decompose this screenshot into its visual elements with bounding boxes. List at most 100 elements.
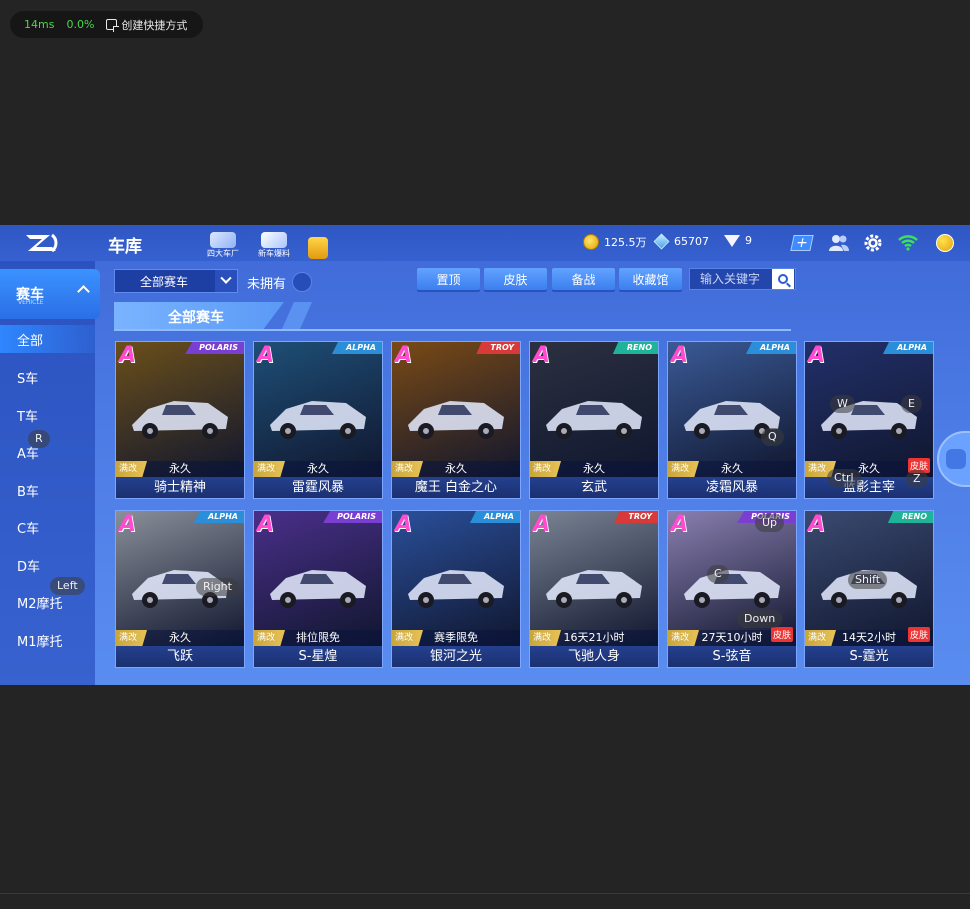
bottom-divider	[0, 893, 970, 894]
car-name: 雷霆风暴	[254, 477, 382, 498]
car-image-icon	[270, 570, 366, 608]
pin-button[interactable]: 置顶	[417, 268, 480, 290]
sidebar-header-vehicle[interactable]: 赛车 VEHICLE	[0, 269, 100, 319]
duration-text: 16天21小时	[563, 631, 625, 644]
grade-badge: A	[257, 343, 275, 368]
car-image-icon	[270, 401, 366, 439]
key-hint: Down	[737, 610, 783, 628]
car-image-icon	[132, 401, 228, 439]
new-car-button[interactable]: 新车爆料	[254, 229, 294, 259]
car-card[interactable]: A POLARIS 满改 永久 骑士精神	[115, 341, 245, 499]
new-car-icon	[261, 232, 287, 248]
car-name: S-弦音	[668, 646, 796, 667]
duration-text: 赛季限免	[434, 631, 478, 644]
brand-badge: ALPHA	[193, 511, 244, 523]
grade-badge: A	[808, 343, 826, 368]
create-shortcut-label: 创建快捷方式	[121, 18, 188, 32]
search-input[interactable]	[690, 272, 772, 286]
car-card[interactable]: A ALPHA 满改 永久 凌霜风暴	[667, 341, 797, 499]
skin-badge: 皮肤	[770, 627, 793, 642]
diamond-balance: 9	[724, 234, 752, 247]
key-hint: Z	[906, 470, 928, 488]
duration-text: 永久	[445, 462, 467, 475]
gear-icon[interactable]	[862, 233, 884, 253]
gem-balance: 65707	[653, 233, 709, 250]
car-name: 玄武	[530, 477, 658, 498]
duration-text: 永久	[169, 631, 191, 644]
coin-icon	[583, 234, 599, 250]
car-name: 飞驰人身	[530, 646, 658, 667]
brand-badge: ALPHA	[331, 342, 382, 354]
sidebar-item-s[interactable]: S车	[0, 359, 95, 397]
side-drawer-handle[interactable]	[937, 431, 970, 487]
wifi-icon	[897, 233, 919, 253]
duration-text: 永久	[169, 462, 191, 475]
duration-text: 排位限免	[296, 631, 340, 644]
coin-amount: 125.5万	[604, 236, 647, 249]
car-card[interactable]: A TROY 满改 16天21小时 飞驰人身	[529, 510, 659, 668]
create-shortcut-link[interactable]: 创建快捷方式	[106, 17, 187, 33]
diamond-icon	[724, 234, 740, 247]
key-hint: Q	[761, 428, 784, 446]
key-hint: Ctrl	[827, 469, 861, 487]
brand-badge: RENO	[612, 342, 658, 354]
vehicle-filter-dropdown[interactable]: 全部赛车	[114, 269, 238, 293]
unowned-toggle[interactable]: 未拥有	[247, 272, 313, 292]
car-name: 银河之光	[392, 646, 520, 667]
chevron-down-icon	[215, 270, 237, 292]
brand-badge: ALPHA	[882, 342, 933, 354]
brand-badge: ALPHA	[745, 342, 796, 354]
globe-icon[interactable]	[934, 233, 956, 253]
car-card[interactable]: A TROY 满改 永久 魔王 白金之心	[391, 341, 521, 499]
grade-badge: A	[119, 343, 137, 368]
toggle-circle-icon	[292, 272, 313, 292]
logo-icon[interactable]	[22, 231, 62, 255]
car-card[interactable]: A ALPHA 满改 永久 雷霆风暴	[253, 341, 383, 499]
car-name: 魔王 白金之心	[392, 477, 520, 498]
brand-badge: RENO	[887, 511, 933, 523]
brand-badge: ALPHA	[469, 511, 520, 523]
sidebar-item-t[interactable]: T车	[0, 397, 95, 435]
vehicle-filter-value: 全部赛车	[140, 274, 189, 289]
factory-icon	[210, 232, 236, 248]
key-hint: C	[707, 565, 729, 583]
sidebar-item-b[interactable]: B车	[0, 472, 95, 510]
car-image-icon	[546, 570, 642, 608]
car-card[interactable]: A RENO 满改 永久 玄武	[529, 341, 659, 499]
collection-button[interactable]: 收藏馆	[619, 268, 682, 290]
duration-text: 永久	[721, 462, 743, 475]
car-card[interactable]: APOLARIS满改27天10小时皮肤S-弦音	[667, 510, 797, 668]
car-name: 凌霜风暴	[668, 477, 796, 498]
grade-badge: A	[533, 512, 551, 537]
grade-badge: A	[533, 343, 551, 368]
duration-text: 永久	[583, 462, 605, 475]
car-image-icon	[408, 570, 504, 608]
key-hint: W	[830, 395, 855, 413]
section-header: 全部赛车	[114, 302, 791, 331]
sidebar-item-m1[interactable]: M1摩托	[0, 622, 95, 660]
external-link-icon	[106, 19, 120, 32]
gift-button[interactable]	[298, 229, 338, 259]
search-button[interactable]	[772, 269, 794, 289]
car-card[interactable]: A POLARIS 满改 排位限免 S-星煌	[253, 510, 383, 668]
car-name: 飞跃	[116, 646, 244, 667]
car-card[interactable]: A RENO 满改 14天2小时 皮肤 S-霆光	[804, 510, 934, 668]
sidebar-item-c[interactable]: C车	[0, 509, 95, 547]
sidebar-list: 全部 S车 T车 A车 B车 C车 D车 M2摩托 M1摩托	[0, 321, 95, 659]
sidebar-item-all[interactable]: 全部	[0, 325, 95, 353]
gift-icon	[308, 237, 328, 259]
prepare-button[interactable]: 备战	[552, 268, 615, 290]
grade-badge: A	[395, 512, 413, 537]
skin-button[interactable]: 皮肤	[484, 268, 547, 290]
car-card[interactable]: A ALPHA 满改 赛季限免 银河之光	[391, 510, 521, 668]
grade-badge: A	[671, 343, 689, 368]
key-hint: R	[28, 430, 50, 448]
new-car-label: 新车爆料	[258, 249, 290, 258]
factory-button[interactable]: 四大车厂	[203, 229, 243, 259]
gem-icon	[653, 233, 670, 250]
page-title: 车库	[108, 237, 142, 257]
coin-balance: 125.5万	[583, 234, 647, 250]
unowned-label: 未拥有	[247, 276, 287, 292]
friends-icon[interactable]	[828, 233, 850, 253]
add-icon[interactable]: +	[790, 233, 814, 253]
